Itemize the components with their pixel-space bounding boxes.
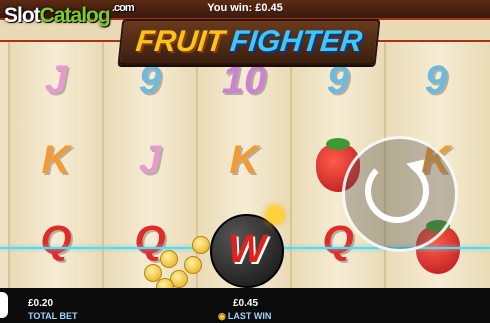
- logo-word-fruit: FRUIT: [134, 25, 227, 58]
- total-bet-label[interactable]: TOTAL BET: [28, 311, 78, 321]
- symbol-q: Q: [40, 218, 72, 262]
- logo-word-fighter: FIGHTER: [228, 25, 364, 58]
- wild-bomb-symbol: W: [210, 206, 284, 288]
- symbol-k: K: [229, 138, 259, 182]
- symbol-j: J: [138, 138, 162, 182]
- symbol-9: 9: [424, 58, 448, 102]
- menu-tab[interactable]: [0, 292, 8, 318]
- watermark-catalog: Catalog: [39, 4, 111, 27]
- wild-letter: W: [228, 227, 266, 271]
- coin-icon: ◉: [218, 311, 226, 321]
- watermark-domain: .com: [112, 2, 135, 14]
- watermark-slot: Slot: [4, 4, 41, 27]
- coin-icon: [192, 236, 210, 254]
- last-win-label-row: ◉ LAST WIN: [218, 311, 271, 322]
- coin-burst: [140, 236, 210, 296]
- refresh-icon: [365, 159, 429, 223]
- symbol-k: K: [41, 138, 71, 182]
- spark-icon: [266, 206, 284, 224]
- coin-icon: [160, 250, 178, 268]
- watermark: SlotCatalog .com: [4, 2, 135, 28]
- spin-button[interactable]: [342, 136, 458, 252]
- symbol-j: J: [44, 58, 68, 102]
- last-win-label: LAST WIN: [227, 311, 272, 321]
- reel-1: J K Q: [8, 42, 102, 288]
- last-win-value: £0.45: [233, 298, 259, 309]
- game-logo: FRUIT FIGHTER: [117, 19, 381, 65]
- coin-icon: [184, 256, 202, 274]
- total-bet-value: £0.20: [28, 298, 54, 309]
